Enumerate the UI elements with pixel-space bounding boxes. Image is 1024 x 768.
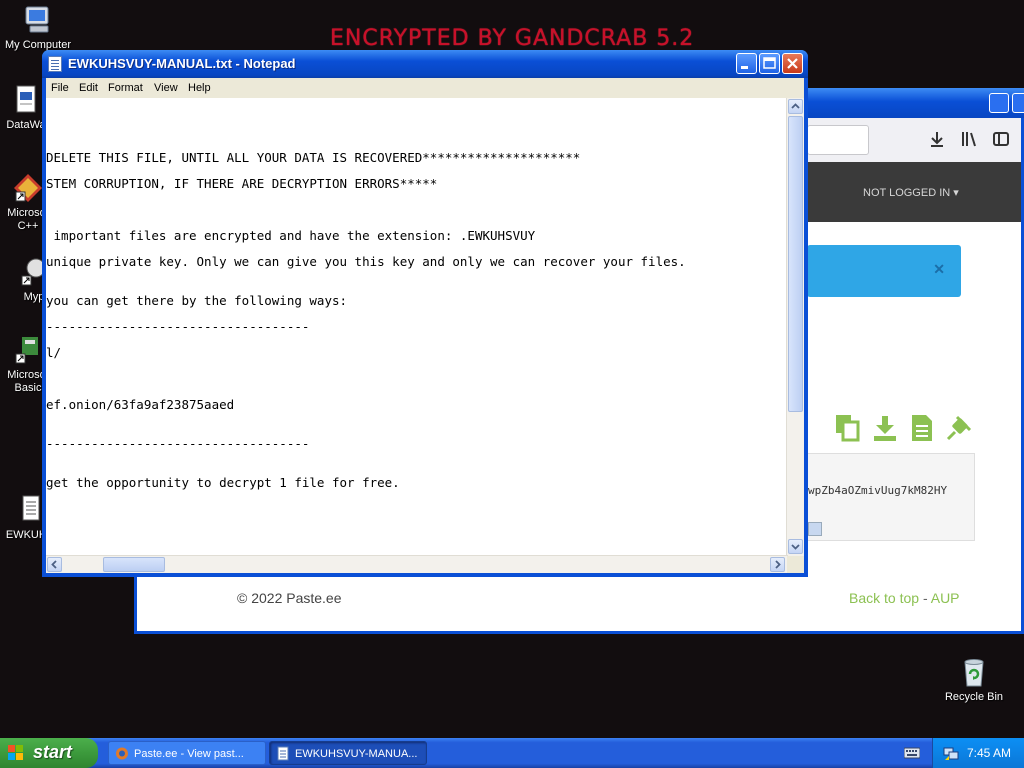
back-to-top-link[interactable]: Back to top [849,590,919,606]
scroll-up-button[interactable] [788,99,803,114]
caret-down-icon: ▾ [953,187,959,199]
clock[interactable]: 7:45 AM [967,746,1011,760]
chevron-left-icon [51,560,57,569]
login-status-label: NOT LOGGED IN [863,187,951,199]
scroll-down-button[interactable] [788,539,803,554]
vertical-scroll-thumb[interactable] [788,116,803,412]
menu-view[interactable]: View [154,82,178,94]
wallpaper-banner: ENCRYPTED BY GANDCRAB 5.2 [330,26,695,51]
menu-edit[interactable]: Edit [79,82,98,94]
chevron-up-icon [791,103,800,109]
aup-link[interactable]: AUP [931,590,960,606]
maximize-icon [763,57,776,69]
close-button[interactable] [782,53,803,74]
taskbar-item-label: Paste.ee - View past... [134,748,244,760]
menu-help[interactable]: Help [188,82,211,94]
menu-format[interactable]: Format [108,82,143,94]
taskbar-item-notepad[interactable]: EWKUHSVUY-MANUA... [269,741,427,765]
desktop-icon-recycle-bin[interactable]: Recycle Bin [936,656,1012,704]
notepad-icon [276,746,290,761]
text-line: important files are encrypted and have t… [46,228,536,243]
browser-icon [115,746,129,761]
keyboard-icon[interactable] [903,746,921,760]
text-line: get the opportunity to decrypt 1 file fo… [46,475,400,490]
download-icon[interactable] [872,414,898,442]
scroll-left-button[interactable] [47,557,62,572]
footer-copyright: © 2022 Paste.ee [237,590,342,606]
minimize-icon [741,66,748,69]
library-icon[interactable] [959,129,979,149]
copy-icon[interactable] [835,414,861,442]
taskbar-item-browser[interactable]: Paste.ee - View past... [108,741,266,765]
text-line: DELETE THIS FILE, UNTIL ALL YOUR DATA IS… [46,150,581,165]
text-line: l/ [46,345,62,360]
menu-bar: File Edit Format View Help [46,78,804,99]
horizontal-scrollbar[interactable] [46,555,788,573]
chevron-right-icon [775,560,781,569]
windows-logo-icon [8,745,24,761]
download-icon[interactable] [927,129,947,149]
login-status-dropdown[interactable]: NOT LOGGED IN ▾ [863,186,959,199]
window-title: EWKUHSVUY-MANUAL.txt - Notepad [68,56,296,71]
notepad-window[interactable]: EWKUHSVUY-MANUAL.txt - Notepad File Edit… [42,50,808,577]
text-line: you can get there by the following ways: [46,293,348,308]
desktop-icon-my-computer[interactable]: My Computer [0,4,76,52]
notepad-titlebar[interactable]: EWKUHSVUY-MANUAL.txt - Notepad [42,50,808,78]
paste-code-text: wpZb4aOZmivUug7kM82HY [808,484,948,497]
text-line: STEM CORRUPTION, IF THERE ARE DECRYPTION… [46,176,438,191]
text-line: ----------------------------------- [46,319,310,334]
plugin-icon[interactable] [945,414,972,442]
start-label: start [33,742,73,762]
notepad-app-icon[interactable] [48,56,62,72]
my-computer-icon [22,4,54,36]
chevron-down-icon [791,544,800,550]
document-text[interactable]: DELETE THIS FILE, UNTIL ALL YOUR DATA IS… [46,98,788,556]
text-line: ----------------------------------- [46,436,310,451]
sidebar-icon[interactable] [991,129,1011,149]
resize-grip[interactable] [787,556,804,573]
system-tray: 7:45 AM [932,738,1024,768]
footer-links: Back to top - AUP [849,590,960,606]
shortcut-icon [12,172,44,204]
maximize-button[interactable] [759,53,780,74]
footer-separator: - [922,590,928,606]
maximize-button[interactable] [1012,93,1024,113]
vertical-scrollbar[interactable] [786,98,804,556]
close-icon[interactable]: ✕ [933,261,945,278]
raw-text-icon[interactable] [909,414,935,442]
text-line: ef.onion/63fa9af23875aaed [46,397,235,412]
address-bar[interactable] [807,125,869,155]
text-editor[interactable]: DELETE THIS FILE, UNTIL ALL YOUR DATA IS… [46,98,804,573]
minimize-button[interactable] [989,93,1009,113]
recycle-bin-icon [958,656,990,688]
taskbar: start Paste.ee - View past... EWKUHSVUY-… [0,738,1024,768]
taskbar-item-label: EWKUHSVUY-MANUA... [295,748,418,760]
document-icon [10,84,42,116]
close-icon [787,58,798,69]
start-button[interactable]: start [0,738,98,768]
paste-content: wpZb4aOZmivUug7kM82HY [807,453,975,541]
horizontal-scroll-thumb[interactable] [103,557,165,572]
network-tray-icon[interactable] [943,745,959,761]
shortcut-icon [12,334,44,366]
desktop-icon-label: Recycle Bin [944,691,1004,703]
scroll-right-button[interactable] [808,522,822,536]
minimize-button[interactable] [736,53,757,74]
scroll-right-button[interactable] [770,557,785,572]
text-line: unique private key. Only we can give you… [46,254,686,269]
menu-file[interactable]: File [51,82,69,94]
info-alert: ✕ [807,245,961,297]
